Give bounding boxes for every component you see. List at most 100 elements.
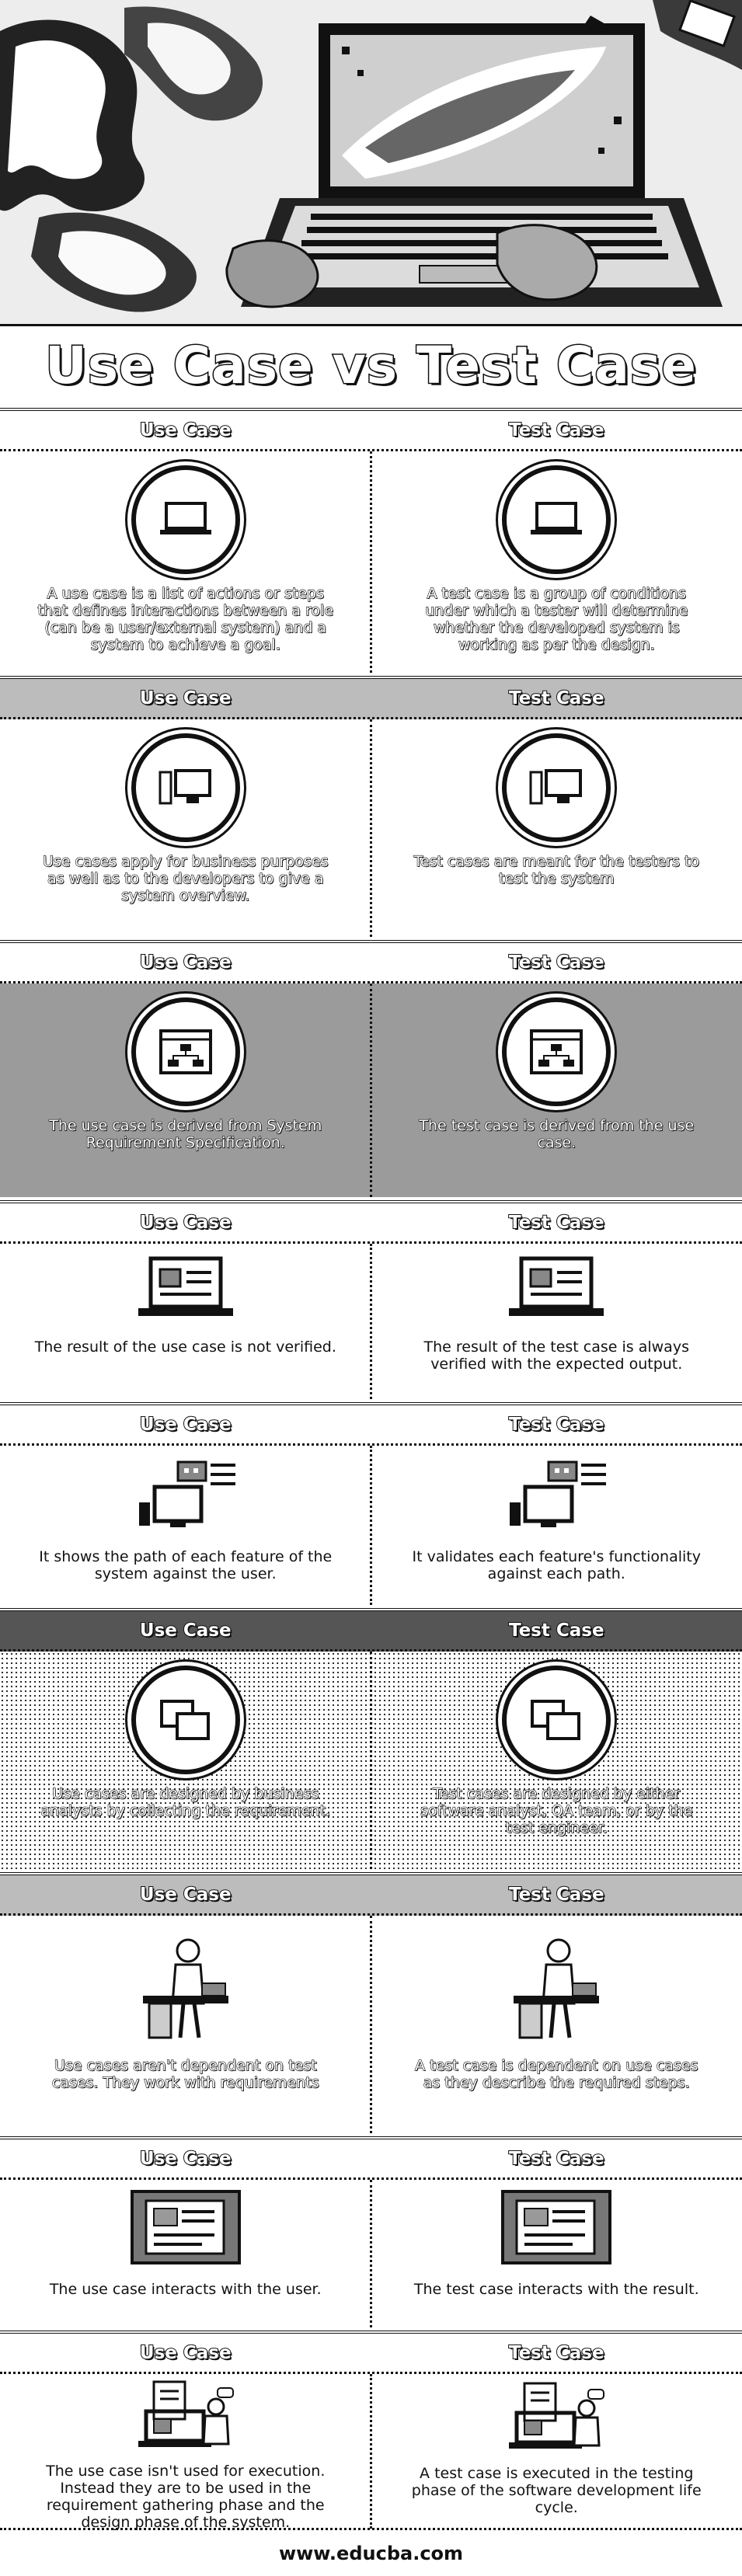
use-case-label: Use Case — [139, 419, 232, 441]
test-case-label: Test Case — [508, 1414, 605, 1436]
test-case-label: Test Case — [508, 952, 605, 973]
test-case-column: The result of the test case is always ve… — [371, 1244, 742, 1399]
use-case-description: Use cases aren't dependent on test cases… — [51, 2056, 319, 2091]
column-divider — [370, 1652, 372, 1869]
test-case-description: It validates each feature's functionalit… — [412, 1548, 701, 1582]
test-case-description: A test case is a group of conditions und… — [425, 584, 688, 653]
person-at-desk-icon — [124, 1930, 248, 2046]
section-header: Use Case Test Case — [0, 1203, 742, 1244]
use-case-label: Use Case — [139, 2148, 232, 2170]
use-case-description: It shows the path of each feature of the… — [39, 1548, 333, 1582]
use-case-label: Use Case — [139, 1884, 232, 1906]
column-divider — [370, 1446, 372, 1605]
use-case-description: The use case isn't used for execution. I… — [46, 2463, 326, 2531]
use-case-label: Use Case — [139, 2342, 232, 2364]
tablet-workspace-icon — [124, 2184, 248, 2270]
column-divider — [370, 1916, 372, 2133]
comparison-section-7: Use Case Test Case Use cases aren't depe… — [0, 1872, 742, 2133]
footer: www.educba.com — [0, 2528, 742, 2576]
tablet-workspace-icon — [494, 2184, 618, 2270]
test-case-description: A test case is executed in the testing p… — [411, 2465, 702, 2516]
use-case-column: Use cases are designed by business analy… — [0, 1652, 371, 1869]
hero-illustration — [0, 0, 742, 326]
comparison-section-6: Use Case Test Case Use cases are designe… — [0, 1608, 742, 1869]
section-header: Use Case Test Case — [0, 2139, 742, 2180]
laptop-person-icon — [494, 2377, 618, 2454]
use-case-column: It shows the path of each feature of the… — [0, 1446, 371, 1605]
column-divider — [370, 2180, 372, 2327]
use-case-column: Use cases apply for business purposes as… — [0, 719, 371, 937]
test-case-label: Test Case — [508, 1884, 605, 1906]
test-case-description: The result of the test case is always ve… — [423, 1338, 689, 1373]
test-case-column: A test case is executed in the testing p… — [371, 2374, 742, 2529]
test-case-description: A test case is dependent on use cases as… — [415, 2056, 698, 2091]
section-header: Use Case Test Case — [0, 1611, 742, 1652]
desktop-computer-icon — [502, 733, 611, 842]
desktop-computer-icon — [131, 733, 240, 842]
laptop-document-icon — [494, 1250, 618, 1328]
test-case-column: A test case is dependent on use cases as… — [371, 1916, 742, 2133]
column-divider — [370, 719, 372, 937]
use-case-label: Use Case — [139, 1620, 232, 1641]
use-case-description: A use case is a list of actions or steps… — [37, 584, 334, 653]
test-case-description: Test cases are meant for the testers to … — [413, 852, 700, 887]
section-header: Use Case Test Case — [0, 2334, 742, 2374]
test-case-description: The test case interacts with the result. — [413, 2281, 699, 2298]
monitor-chat-icon — [494, 1452, 618, 1537]
test-case-column: The test case is derived from the use ca… — [371, 983, 742, 1197]
title-band: Use Case vs Test Case — [0, 326, 742, 404]
laptop-icon — [502, 465, 611, 574]
test-case-column: It validates each feature's functionalit… — [371, 1446, 742, 1605]
use-case-description: The use case is derived from System Requ… — [49, 1116, 322, 1151]
test-case-column: Test cases are designed by either softwa… — [371, 1652, 742, 1869]
section-header: Use Case Test Case — [0, 1875, 742, 1916]
sitemap-window-icon — [502, 997, 611, 1106]
use-case-label: Use Case — [139, 1212, 232, 1234]
section-header: Use Case Test Case — [0, 1405, 742, 1446]
laptop-icon — [131, 465, 240, 574]
comparison-section-4: Use Case Test Case The result of the use… — [0, 1200, 742, 1399]
test-case-label: Test Case — [508, 2148, 605, 2170]
column-divider — [370, 1244, 372, 1399]
test-case-label: Test Case — [508, 1620, 605, 1641]
use-case-label: Use Case — [139, 1414, 232, 1436]
test-case-column: The test case interacts with the result. — [371, 2180, 742, 2327]
use-case-label: Use Case — [139, 688, 232, 709]
comparison-section-5: Use Case Test Case It shows the path of … — [0, 1402, 742, 1605]
test-case-column: A test case is a group of conditions und… — [371, 451, 742, 673]
dual-window-icon — [131, 1666, 240, 1774]
use-case-description: The result of the use case is not verifi… — [34, 1338, 336, 1356]
hero-laptop-illustration — [0, 0, 742, 324]
use-case-description: The use case interacts with the user. — [49, 2281, 322, 2298]
column-divider — [370, 451, 372, 673]
column-divider — [370, 2374, 372, 2529]
sitemap-window-icon — [131, 997, 240, 1106]
comparison-section-3: Use Case Test Case The use case is deriv… — [0, 940, 742, 1197]
use-case-column: A use case is a list of actions or steps… — [0, 451, 371, 673]
comparison-section-8: Use Case Test Case The use case interact… — [0, 2136, 742, 2327]
use-case-column: The result of the use case is not verifi… — [0, 1244, 371, 1399]
test-case-label: Test Case — [508, 1212, 605, 1234]
use-case-column: The use case isn't used for execution. I… — [0, 2374, 371, 2531]
comparison-section-1: Use Case Test Case A use case is a list … — [0, 408, 742, 673]
dual-window-icon — [502, 1666, 611, 1774]
use-case-label: Use Case — [139, 952, 232, 973]
use-case-description: Use cases are designed by business analy… — [40, 1784, 331, 1819]
section-header: Use Case Test Case — [0, 679, 742, 719]
page-title: Use Case vs Test Case — [44, 334, 698, 396]
section-header: Use Case Test Case — [0, 411, 742, 451]
laptop-person-icon — [124, 2377, 248, 2452]
use-case-column: The use case interacts with the user. — [0, 2180, 371, 2327]
use-case-description: Use cases apply for business purposes as… — [42, 852, 329, 904]
test-case-column: Test cases are meant for the testers to … — [371, 719, 742, 937]
person-at-desk-icon — [494, 1930, 618, 2046]
test-case-label: Test Case — [508, 419, 605, 441]
footer-website-link[interactable]: www.educba.com — [279, 2543, 463, 2564]
monitor-chat-icon — [124, 1452, 248, 1537]
use-case-column: The use case is derived from System Requ… — [0, 983, 371, 1197]
test-case-label: Test Case — [508, 688, 605, 709]
column-divider — [370, 983, 372, 1197]
section-header: Use Case Test Case — [0, 943, 742, 983]
test-case-label: Test Case — [508, 2342, 605, 2364]
laptop-document-icon — [124, 1250, 248, 1328]
